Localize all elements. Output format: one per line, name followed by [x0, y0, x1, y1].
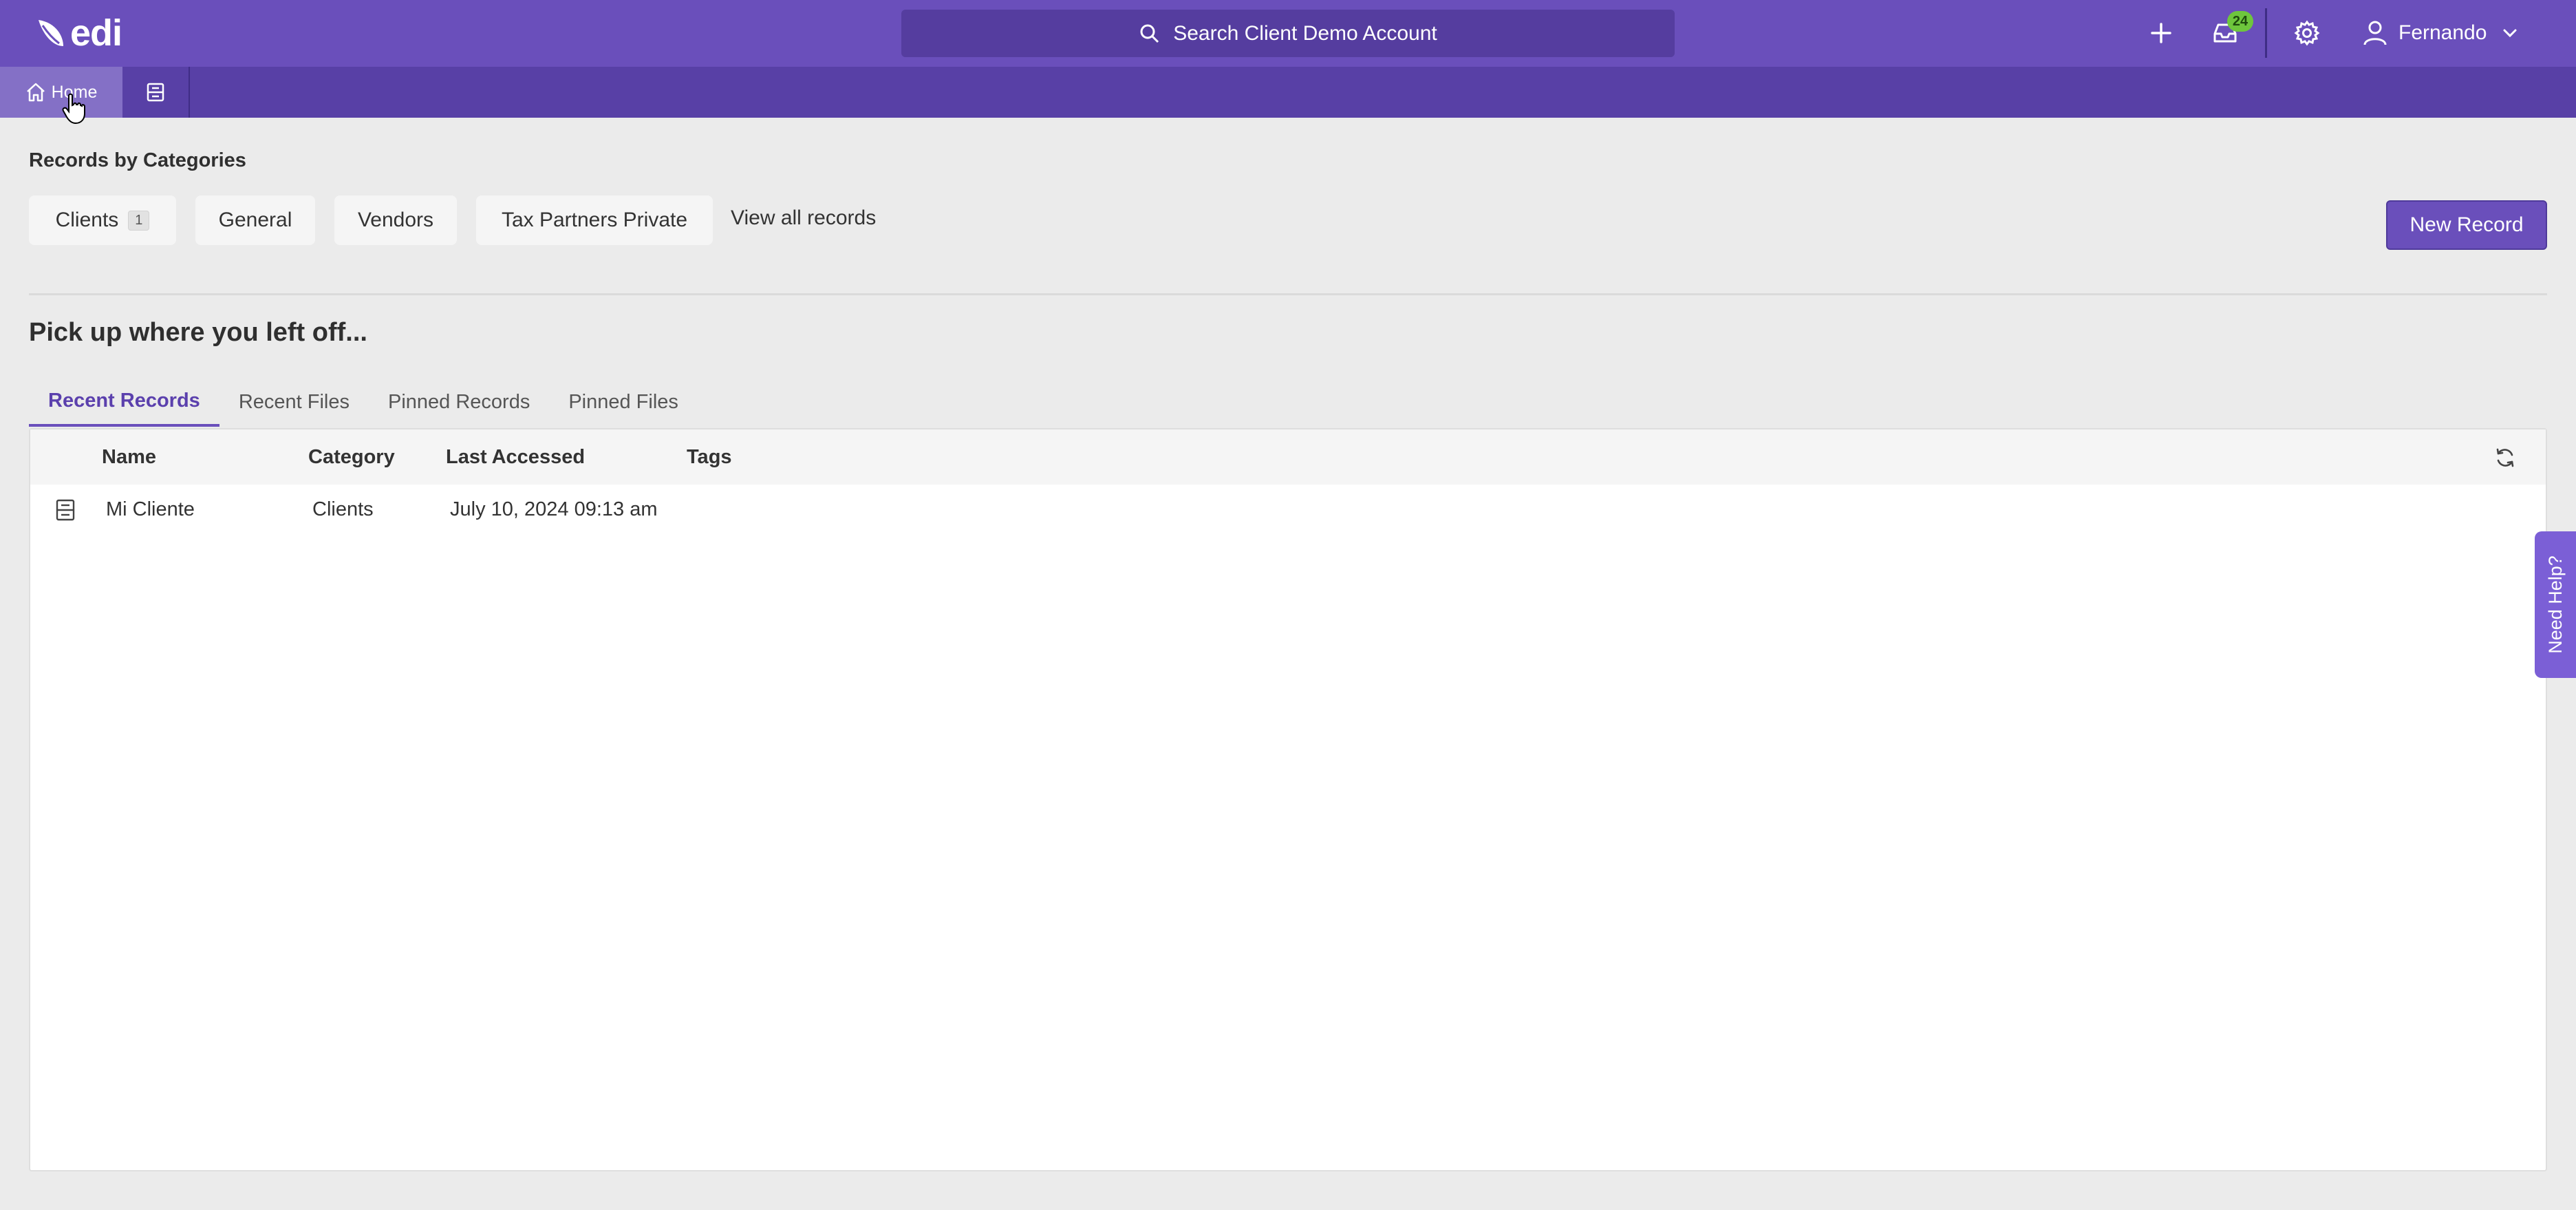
- header-divider: [2265, 8, 2267, 58]
- workspace-tab-strip: Home: [0, 67, 2576, 118]
- plus-icon: [2151, 23, 2171, 43]
- records-by-categories-title: Records by Categories: [29, 149, 246, 171]
- category-chip-vendors[interactable]: Vendors: [334, 195, 457, 245]
- need-help-button[interactable]: Need Help?: [2535, 531, 2576, 678]
- new-record-button[interactable]: New Record: [2386, 200, 2547, 250]
- record-last-accessed: July 10, 2024 09:13 am: [450, 498, 658, 520]
- category-chip-label: Vendors: [357, 209, 434, 231]
- need-help-label: Need Help?: [2544, 555, 2566, 654]
- column-header-last-accessed[interactable]: Last Accessed: [446, 446, 585, 469]
- category-chip-label: Clients: [55, 209, 119, 231]
- table-row[interactable]: Mi Cliente Clients July 10, 2024 09:13 a…: [30, 485, 2546, 537]
- user-icon: [2363, 21, 2387, 45]
- top-navbar: edi Search Client Demo Account 24 Fernan…: [0, 0, 2576, 67]
- add-button[interactable]: [2143, 15, 2179, 51]
- leaf-logo-icon: [39, 20, 63, 46]
- pickup-tabs: Recent Records Recent Files Pinned Recor…: [29, 377, 698, 427]
- home-tab[interactable]: Home: [0, 67, 122, 118]
- record-name[interactable]: Mi Cliente: [106, 498, 195, 521]
- tab-recent-files[interactable]: Recent Files: [219, 377, 369, 427]
- logo-text: edi: [70, 12, 122, 54]
- hand-cursor-icon: [62, 93, 85, 125]
- category-chip-label: Tax Partners Private: [501, 209, 688, 231]
- table-header: Name Category Last Accessed Tags: [30, 429, 2546, 485]
- category-chip-general[interactable]: General: [195, 195, 315, 245]
- pickup-title: Pick up where you left off...: [29, 318, 367, 347]
- tab-pinned-records[interactable]: Pinned Records: [369, 377, 549, 427]
- home-icon: [26, 83, 45, 102]
- user-name: Fernando: [2398, 21, 2487, 44]
- gear-icon: [2294, 20, 2320, 46]
- column-header-name[interactable]: Name: [102, 446, 156, 469]
- settings-button[interactable]: [2289, 15, 2325, 51]
- record-category: Clients: [312, 498, 374, 520]
- column-header-category[interactable]: Category: [308, 446, 395, 469]
- app-logo[interactable]: edi: [36, 14, 122, 52]
- search-placeholder: Search Client Demo Account: [1173, 21, 1437, 45]
- category-chip-label: General: [218, 209, 292, 231]
- view-all-records-link[interactable]: View all records: [731, 206, 876, 230]
- refresh-icon[interactable]: [2493, 446, 2517, 469]
- search-icon: [1140, 24, 1159, 43]
- category-chip-tax-partners-private[interactable]: Tax Partners Private: [476, 195, 713, 245]
- category-count-badge: 1: [128, 210, 150, 231]
- chevron-down-icon: [2503, 29, 2517, 38]
- tab-recent-records[interactable]: Recent Records: [29, 377, 219, 427]
- column-header-tags[interactable]: Tags: [687, 446, 732, 469]
- search-bar[interactable]: Search Client Demo Account: [901, 10, 1675, 57]
- record-icon: [56, 499, 75, 521]
- tab-pinned-files[interactable]: Pinned Files: [549, 377, 698, 427]
- inbox-count-badge: 24: [2227, 11, 2253, 32]
- records-icon: [147, 83, 164, 102]
- category-chip-clients[interactable]: Clients 1: [29, 195, 176, 245]
- user-menu[interactable]: Fernando: [2363, 17, 2518, 50]
- recent-records-table: Name Category Last Accessed Tags Mi Clie…: [29, 428, 2547, 1171]
- records-tab[interactable]: [122, 67, 190, 118]
- section-divider: [29, 293, 2547, 295]
